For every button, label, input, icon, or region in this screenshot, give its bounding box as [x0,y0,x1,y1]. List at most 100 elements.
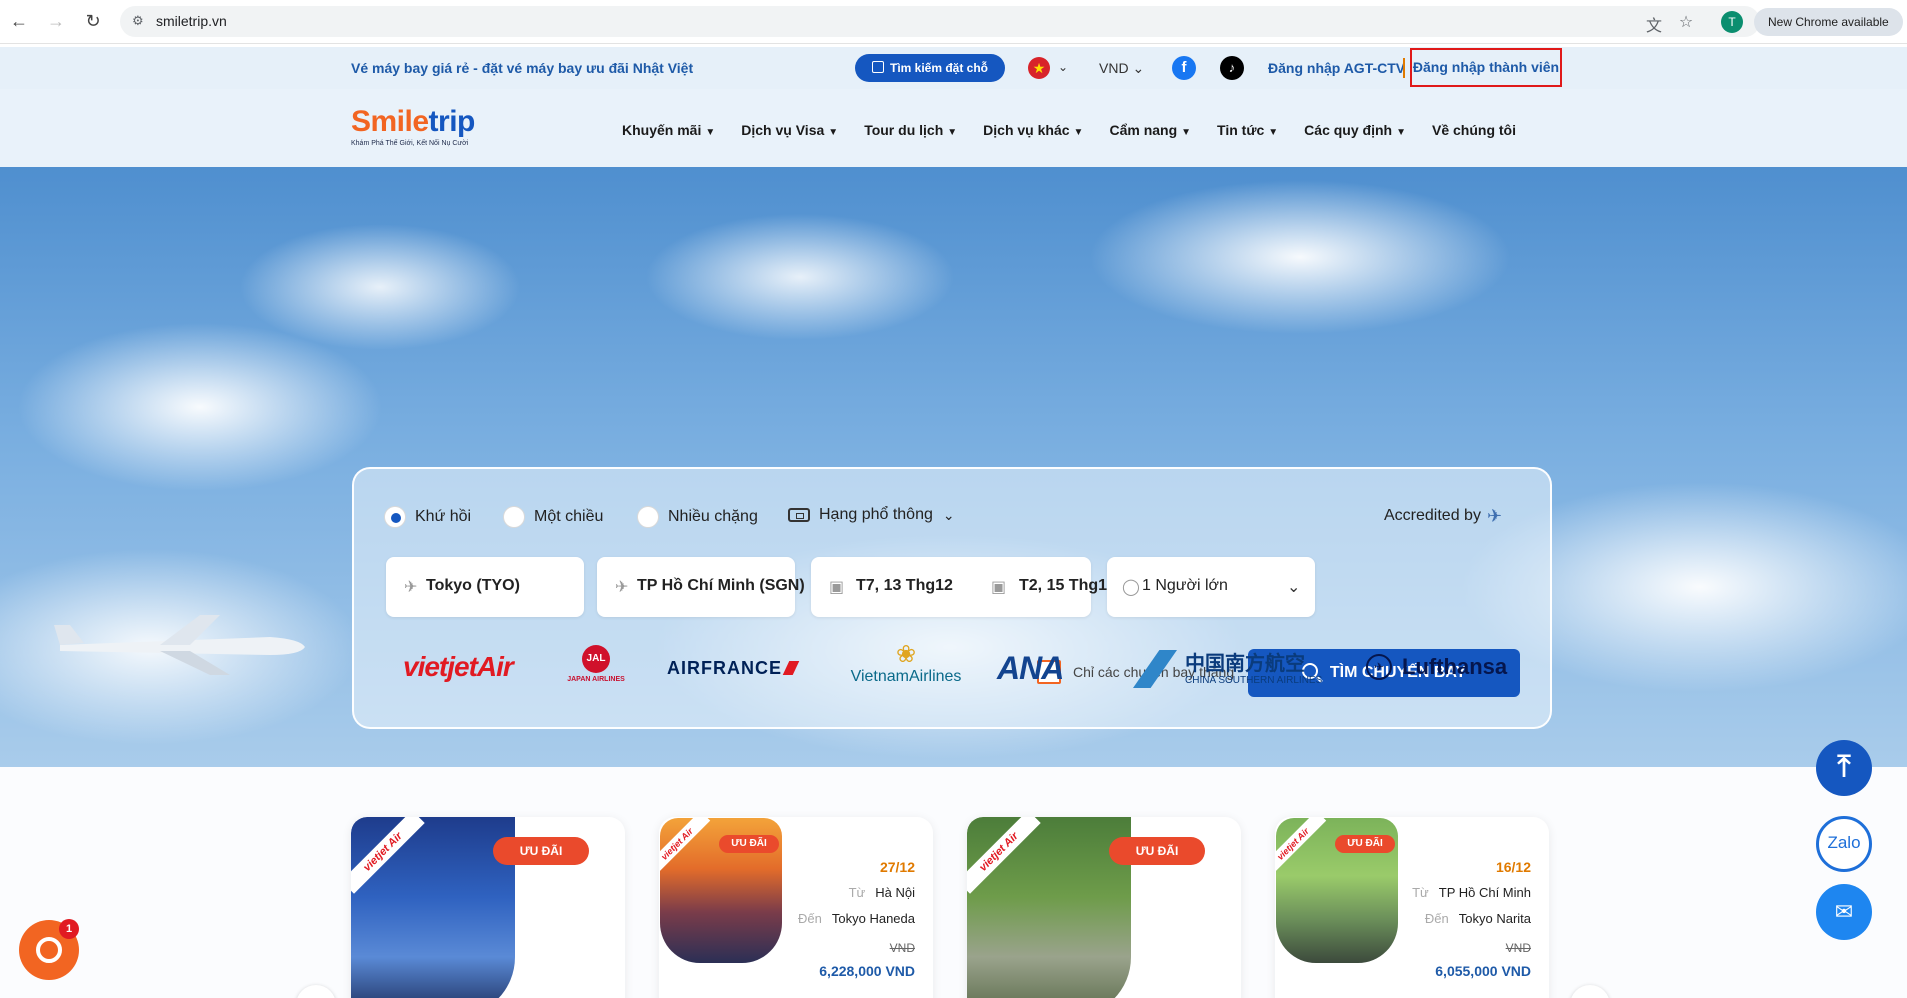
vietnam-airlines-logo: ❀ VietnamAirlines [846,642,966,686]
menu-item-handbook[interactable]: Cẩm nang ▼ [1109,122,1191,138]
menu-item-news[interactable]: Tin tức ▼ [1217,122,1278,138]
cabin-class-dropdown[interactable]: Hạng phổ thông ⌄ [788,506,955,524]
back-icon[interactable]: ← [8,10,30,32]
radio-checked[interactable] [384,506,406,528]
radio-unchecked[interactable] [637,506,659,528]
bookmark-star-icon[interactable]: ☆ [1676,12,1696,32]
deal-badge: ƯU ĐÃI [719,835,779,853]
passenger-field[interactable]: ◯ 1 Người lớn ⌄ [1107,557,1315,617]
calendar-icon: ▣ [991,579,1007,596]
vna-name: VietnamAirlines [850,668,962,685]
trip-type-roundtrip[interactable]: Khứ hồi [384,506,471,528]
chat-notification-badge: 1 [59,919,79,939]
chevron-down-icon[interactable]: ⌄ [1058,60,1068,74]
reload-icon[interactable]: ↻ [82,10,104,32]
divider [1403,58,1405,78]
zalo-icon[interactable]: Zalo [1816,816,1872,872]
airplane-illustration [54,615,305,675]
menu-item-tours[interactable]: Tour du lịch ▼ [864,122,957,138]
destination-value: TP Hồ Chí Minh (SGN) [637,577,805,594]
chrome-update-button[interactable]: New Chrome available [1754,8,1903,36]
facebook-icon[interactable]: f [1172,56,1196,80]
menu-item-visa[interactable]: Dịch vụ Visa ▼ [741,122,838,138]
lotus-icon: ❀ [895,641,917,668]
calendar-icon: ▣ [829,579,845,596]
deal-price: 6,055,000 VND [1435,963,1531,979]
to-value: Tokyo Narita [1458,911,1531,926]
landing-icon: ✈ [615,579,629,596]
top-info-bar: Vé máy bay giá rẻ - đặt vé máy bay ưu đã… [0,47,1907,89]
return-date-value[interactable]: T2, 15 Thg12 [1019,577,1116,595]
vietnam-flag-icon[interactable]: ★ [1028,57,1050,79]
logo-smile: Smile [351,105,429,138]
address-bar[interactable]: ⚙ smiletrip.vn 文 ☆ [120,6,1760,37]
site-logo[interactable]: Smiletrip Khám Phá Thế Giới, Kết Nối Nụ … [351,105,475,147]
deal-old-price: VND [1505,941,1531,955]
csa-english-name: CHINA SOUTHERN AIRLINES [1185,674,1323,686]
caret-down-icon: ▼ [1396,127,1406,138]
tiktok-icon[interactable]: ♪ [1220,56,1244,80]
login-member-link[interactable]: Đăng nhập thành viên [1410,48,1562,87]
deal-image [351,817,515,998]
origin-field[interactable]: ✈ Tokyo (TYO) [386,557,584,617]
jal-name: JAPAN AIRLINES [567,676,625,683]
menu-item-promotions[interactable]: Khuyến mãi ▼ [622,122,715,138]
to-label: Đến [798,911,822,926]
from-value: Hà Nội [875,885,915,900]
airfrance-name: AIRFRANCE [667,658,782,678]
menu-item-other-services[interactable]: Dịch vụ khác ▼ [983,122,1083,138]
ticket-icon [788,508,810,522]
accreditation: Accredited by ✈ [1384,506,1515,526]
login-agent-link[interactable]: Đăng nhập AGT-CTV [1268,60,1405,76]
lufthansa-name: Lufthansa [1402,654,1508,679]
deal-badge: ƯU ĐÃI [1335,835,1395,853]
depart-date-value[interactable]: T7, 13 Thg12 [856,577,953,595]
trip-type-multicity[interactable]: Nhiều chặng [637,506,758,528]
translate-icon[interactable]: 文 [1644,12,1664,35]
deal-card[interactable]: vietjet Air ƯU ĐÃI 16/12 Từ TP Hồ Chí Min… [1275,817,1549,998]
deal-image [967,817,1131,998]
deals-section: vietjet Air ƯU ĐÃI vietjet Air ƯU ĐÃI 27… [0,767,1907,998]
logo-trip: trip [428,105,476,138]
messenger-icon[interactable]: ✉ [1816,884,1872,940]
deal-old-price: VND [889,941,915,955]
deal-from: Từ TP Hồ Chí Minh [1412,885,1531,900]
airfrance-logo: AIRFRANCE [667,658,800,679]
search-booking-label: Tìm kiếm đặt chỗ [889,61,989,75]
trip-type-oneway[interactable]: Một chiều [503,506,603,528]
forward-icon[interactable]: → [45,10,67,32]
cabin-class-label: Hạng phổ thông [819,506,933,523]
logo-tagline: Khám Phá Thế Giới, Kết Nối Nụ Cười [351,140,469,147]
radio-unchecked[interactable] [503,506,525,528]
origin-value: Tokyo (TYO) [426,577,520,594]
jal-logo: JAL JAPAN AIRLINES [556,645,636,683]
url-text: smiletrip.vn [156,13,227,29]
site-info-icon[interactable]: ⚙ [132,13,148,29]
menu-item-about[interactable]: Về chúng tôi [1432,122,1516,138]
caret-down-icon: ▼ [705,127,716,138]
profile-avatar[interactable]: T [1721,11,1743,33]
caret-down-icon: ▼ [1268,127,1279,138]
deal-card[interactable]: vietjet Air ƯU ĐÃI [351,817,625,998]
ana-logo: ANA [997,650,1064,686]
deal-card[interactable]: vietjet Air ƯU ĐÃI 27/12 Từ Hà Nội Đến Tok… [659,817,933,998]
menu-item-regulations[interactable]: Các quy định ▼ [1304,122,1406,138]
main-header: Smiletrip Khám Phá Thế Giới, Kết Nối Nụ … [0,89,1907,167]
scroll-to-top-icon[interactable]: ⤒ [1816,740,1872,796]
deal-date: 16/12 [1495,859,1531,875]
destination-field[interactable]: ✈ TP Hồ Chí Minh (SGN) [597,557,805,617]
to-label: Đến [1424,911,1449,926]
china-southern-logo: 中国南方航空 CHINA SOUTHERN AIRLINES [1133,650,1322,688]
date-field[interactable]: ▣ T7, 13 Thg12 ▣ T2, 15 Thg12 [811,557,1116,617]
caret-down-icon: ▼ [1073,127,1084,138]
deal-price: 6,228,000 VND [819,963,915,979]
from-label: Từ [1412,885,1429,900]
currency-selector[interactable]: VND ⌄ [1099,60,1144,77]
site-tagline[interactable]: Vé máy bay giá rẻ - đặt vé máy bay ưu đã… [351,60,693,76]
trip-type-label: Nhiều chặng [668,508,758,525]
booking-icon [871,61,884,73]
deal-card[interactable]: vietjet Air ƯU ĐÃI [967,817,1241,998]
deal-to: Đến Tokyo Haneda [798,911,915,926]
from-value: TP Hồ Chí Minh [1438,885,1531,900]
search-booking-button[interactable]: Tìm kiếm đặt chỗ [855,54,1005,82]
